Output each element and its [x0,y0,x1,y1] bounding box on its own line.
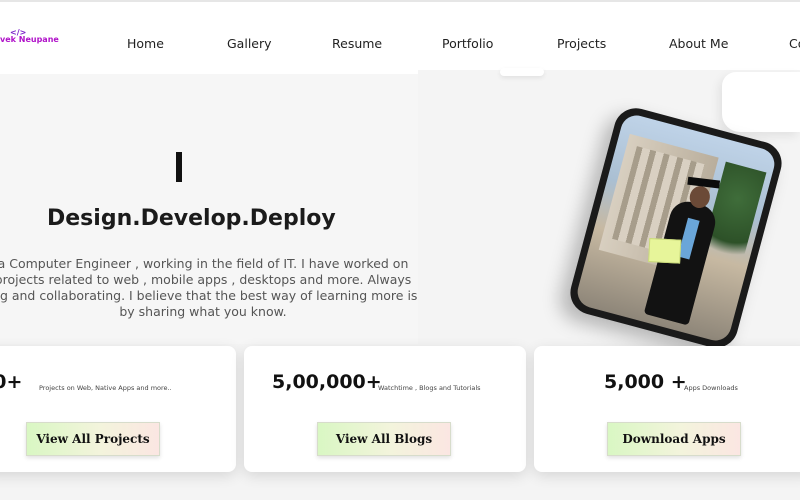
typing-cursor [176,152,182,182]
intro-line: ing and collaborating. I believe that th… [0,288,418,303]
nav-portfolio[interactable]: Portfolio [442,36,493,51]
intro-line: a Computer Engineer , working in the fie… [0,256,409,271]
stat-value: 5,00,000+ [272,371,382,393]
nav-about-me[interactable]: About Me [669,36,728,51]
stat-value: 50+ [0,371,23,393]
stat-card-downloads: 5,000 + Apps Downloads Download Apps [534,346,800,472]
decor-shadow [500,68,544,76]
nav-projects[interactable]: Projects [557,36,606,51]
intro-line: projects related to web , mobile apps , … [0,272,412,287]
intro-line: by sharing what you know. [119,304,287,319]
nav-contact[interactable]: Co [789,36,800,51]
view-all-blogs-button[interactable]: View All Blogs [317,422,451,456]
stat-card-projects: 50+ Projects on Web, Native Apps and mor… [0,346,236,472]
stat-note: Apps Downloads [684,384,738,392]
download-apps-button[interactable]: Download Apps [607,422,741,456]
stat-note: Projects on Web, Native Apps and more.. [39,384,172,392]
photo-certificate [648,238,682,264]
earbuds-case-image [722,72,800,132]
stat-note: Watchtime , Blogs and Tutorials [378,384,481,392]
logo-name: vek Neupane [0,35,59,44]
hero-headline: Design.Develop.Deploy [47,206,336,231]
nav-resume[interactable]: Resume [332,36,382,51]
stat-value: 5,000 + [604,371,687,393]
stat-card-blogs: 5,00,000+ Watchtime , Blogs and Tutorial… [244,346,526,472]
navbar: </> vek Neupane Home Gallery Resume Port… [0,2,800,74]
view-all-projects-button[interactable]: View All Projects [26,422,160,456]
nav-home[interactable]: Home [127,36,164,51]
hero-intro: a Computer Engineer , working in the fie… [0,256,424,320]
nav-gallery[interactable]: Gallery [227,36,272,51]
